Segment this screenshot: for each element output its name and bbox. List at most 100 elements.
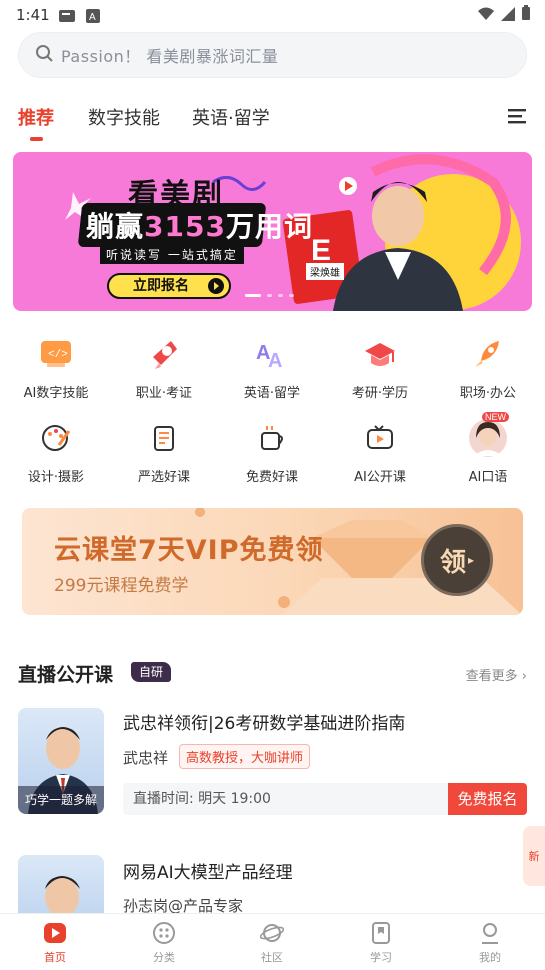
category-label: 职场·办公 <box>459 386 517 401</box>
category-english[interactable]: AA 英语·留学 <box>218 334 326 401</box>
nav-label: 学习 <box>370 951 392 964</box>
letters-icon: AA <box>252 334 292 374</box>
category-vocation[interactable]: 职业·考证 <box>110 334 218 401</box>
signal-icon <box>501 6 515 25</box>
category-ai-digital[interactable]: </> AI数字技能 <box>2 334 110 401</box>
search-bar[interactable]: Passion！ 看美剧暴涨词汇量 <box>18 32 527 78</box>
category-label: 考研·学历 <box>351 386 409 401</box>
carousel-dot <box>267 294 272 297</box>
cup-icon <box>252 418 292 458</box>
view-more-link[interactable]: 查看更多 › <box>466 665 527 684</box>
tab-digital-skills[interactable]: 数字技能 <box>88 104 160 130</box>
course-cover[interactable]: 巧学一题多解 <box>18 708 104 814</box>
carousel-dots <box>245 294 294 297</box>
free-signup-button[interactable]: 免费报名 <box>448 783 527 815</box>
chevron-right-icon: › <box>521 669 527 684</box>
search-placeholder: Passion！ 看美剧暴涨词汇量 <box>61 47 279 66</box>
vip-subtitle: 299元课程免费学 <box>54 576 189 596</box>
banner-signup-label: 立即报名 <box>133 278 189 294</box>
category-postgrad[interactable]: 考研·学历 <box>326 334 434 401</box>
view-more-label: 查看更多 <box>465 669 518 684</box>
carousel-dot <box>289 294 294 297</box>
vip-claim-button[interactable]: 领 ▸ <box>421 524 493 596</box>
category-label: 英语·留学 <box>243 386 301 401</box>
nav-mine[interactable]: 我的 <box>450 920 530 965</box>
tab-active-indicator <box>30 137 43 141</box>
banner-headline-suffix: 万用词 <box>225 210 313 243</box>
course-live-time: 直播时间: 明天 19:00 <box>123 783 449 815</box>
top-tabs: 推荐 数字技能 英语·留学 <box>18 100 528 146</box>
bottom-nav: 首页 分类 社区 学习 我的 <box>0 913 545 970</box>
category-label: 严选好课 <box>137 470 190 485</box>
category-ai-speaking[interactable]: NEW AI口语 <box>434 412 542 485</box>
category-ai-open-class[interactable]: AI公开课 <box>326 418 434 485</box>
menu-icon[interactable] <box>508 108 526 128</box>
banner-headline-number: 3153 <box>144 210 226 243</box>
planet-icon <box>259 920 285 946</box>
course-title[interactable]: 网易AI大模型产品经理 <box>123 858 293 883</box>
category-label: AI数字技能 <box>23 386 89 401</box>
vip-promo-banner[interactable]: 云课堂7天VIP免费领 299元课程免费学 领 ▸ <box>22 508 523 615</box>
bookmark-book-icon <box>368 920 394 946</box>
carousel-dot <box>278 294 283 297</box>
battery-icon <box>521 5 531 25</box>
course-tag: 高数教授，大咖讲师 <box>179 744 311 769</box>
floating-new-tab[interactable]: 新 <box>523 826 545 886</box>
nav-study[interactable]: 学习 <box>341 920 421 965</box>
svg-text:A: A <box>89 12 96 23</box>
home-play-icon <box>42 920 68 946</box>
wifi-icon <box>477 6 495 25</box>
app-badge-icon: A <box>86 8 100 27</box>
floating-tab-label: 新 <box>528 850 540 863</box>
category-office[interactable]: 职场·办公 <box>434 334 542 401</box>
category-label: 职业·考证 <box>135 386 193 401</box>
category-label: 设计·摄影 <box>27 470 85 485</box>
self-developed-badge: 自研 <box>131 662 172 682</box>
banner-headline-prefix: 躺赢 <box>86 210 145 243</box>
rocket-icon <box>468 334 508 374</box>
nav-home[interactable]: 首页 <box>15 920 95 965</box>
category-free-courses[interactable]: 免费好课 <box>218 418 326 485</box>
nav-label: 社区 <box>261 951 283 964</box>
grid-dots-icon <box>151 920 177 946</box>
cover-caption: 巧学一题多解 <box>18 786 104 814</box>
vip-claim-label: 领 <box>439 547 466 578</box>
palette-icon <box>36 418 76 458</box>
carousel-dot <box>245 294 261 297</box>
banner-teacher-name: 梁焕雄 <box>306 263 344 280</box>
certificate-icon <box>144 334 184 374</box>
code-screen-icon: </> <box>36 334 76 374</box>
tab-english-study-abroad[interactable]: 英语·留学 <box>192 104 270 130</box>
tab-recommend[interactable]: 推荐 <box>18 104 54 130</box>
category-label: AI公开课 <box>354 470 406 485</box>
avatar-icon: NEW <box>468 412 509 458</box>
play-arrow-icon <box>207 277 225 302</box>
nav-label: 首页 <box>44 951 66 964</box>
banner-signup-button[interactable]: 立即报名 <box>107 273 231 299</box>
triangle-right-icon: ▸ <box>467 553 475 567</box>
nav-label: 我的 <box>479 951 501 964</box>
category-label: 免费好课 <box>245 470 298 485</box>
user-icon <box>477 920 503 946</box>
nav-category[interactable]: 分类 <box>124 920 204 965</box>
svg-text:A: A <box>268 350 282 371</box>
nav-community[interactable]: 社区 <box>232 920 312 965</box>
status-bar: 1:41 A <box>0 0 545 30</box>
tv-icon <box>360 418 400 458</box>
graduation-cap-icon <box>360 334 400 374</box>
nav-label: 分类 <box>153 951 175 964</box>
status-time: 1:41 <box>16 6 50 24</box>
document-icon <box>144 418 184 458</box>
category-label: AI口语 <box>468 470 508 485</box>
search-icon <box>35 44 53 66</box>
banner-headline: 躺赢3153万用词 <box>86 205 313 245</box>
category-selected-courses[interactable]: 严选好课 <box>110 418 218 485</box>
svg-text:</>: </> <box>48 349 68 361</box>
new-badge: NEW <box>482 412 509 422</box>
category-design[interactable]: 设计·摄影 <box>2 418 110 485</box>
notification-icon <box>58 8 76 27</box>
course-title[interactable]: 武忠祥领衔|26考研数学基础进阶指南 <box>123 709 405 734</box>
live-section-title: 直播公开课 <box>18 664 114 686</box>
banner-subtitle: 听说读写 一站式搞定 <box>100 245 244 264</box>
vip-title: 云课堂7天VIP免费领 <box>54 535 324 566</box>
